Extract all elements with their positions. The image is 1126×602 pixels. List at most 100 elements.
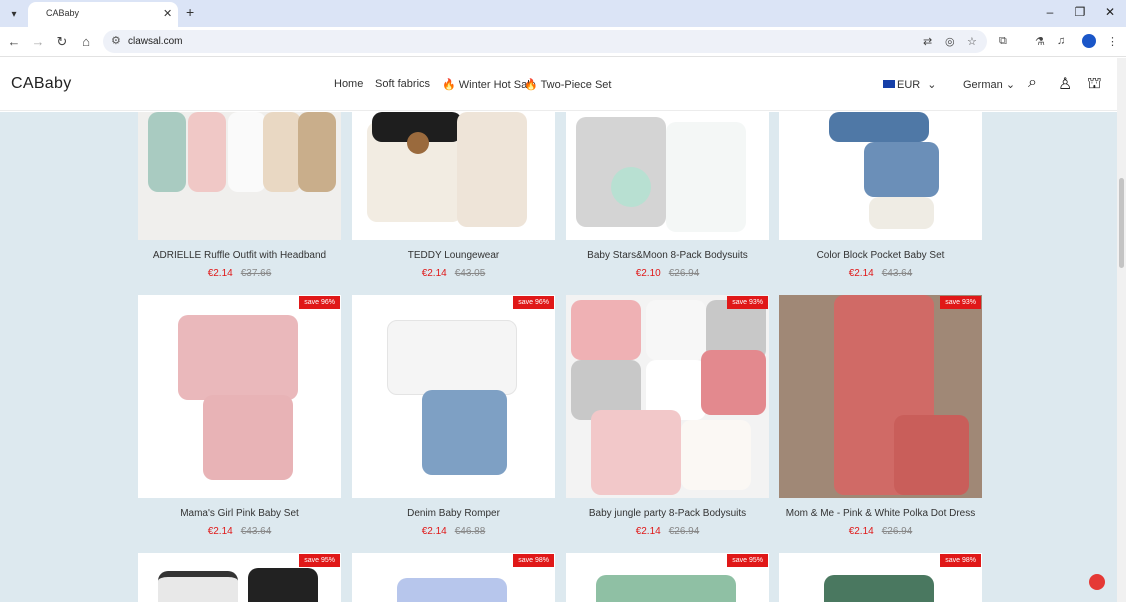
product-image[interactable]: save 93% [566, 295, 769, 498]
product-image[interactable]: save 96% [352, 295, 555, 498]
browser-toolbar: ← → ↻ ⌂ ⚙ clawsal.com ⇄ ◎ ☆ ⧉ ⚗ ♫ ⋮ [0, 27, 1126, 57]
fire-icon: 🔥 [442, 79, 456, 91]
star-icon[interactable]: ☆ [967, 35, 977, 48]
chevron-down-icon: ⌄ [927, 79, 937, 91]
close-icon[interactable]: ✕ [163, 7, 172, 20]
tab-title: CABaby [46, 8, 80, 18]
product-name[interactable]: Baby jungle party 8-Pack Bodysuits [566, 508, 769, 519]
reload-icon[interactable]: ↻ [54, 34, 70, 50]
product-price: €2.14 [421, 526, 447, 537]
save-badge: save 98% [513, 554, 554, 567]
product-prices: €2.14 €26.94 [779, 526, 982, 537]
close-window-icon[interactable]: ✕ [1100, 5, 1120, 19]
product-prices: €2.14 €43.64 [138, 526, 341, 537]
product-price: €2.14 [848, 526, 874, 537]
product-image[interactable]: save 95% [138, 553, 341, 602]
fire-icon: 🔥 [524, 79, 538, 91]
product-original-price: €43.05 [454, 268, 486, 279]
product-image[interactable]: save 95% [566, 553, 769, 602]
product-prices: €2.14 €46.88 [352, 526, 555, 537]
chat-icon[interactable] [1089, 574, 1105, 590]
site-logo[interactable]: CABaby [11, 75, 72, 93]
nav-two-piece-set[interactable]: 🔥 Two-Piece Set [524, 78, 611, 91]
product-image[interactable] [138, 112, 341, 240]
nav-soft-fabrics[interactable]: Soft fabrics [375, 78, 430, 90]
save-badge: save 96% [513, 296, 554, 309]
extensions-icon[interactable]: ⧉ [999, 35, 1007, 48]
back-icon[interactable]: ← [6, 34, 22, 49]
save-badge: save 98% [940, 554, 981, 567]
product-price: €2.14 [207, 526, 233, 537]
address-bar[interactable]: ⚙ clawsal.com ⇄ ◎ ☆ [103, 30, 987, 53]
product-original-price: €43.64 [881, 268, 913, 279]
product-image[interactable]: save 93% [779, 295, 982, 498]
product-image[interactable] [566, 112, 769, 240]
product-original-price: €26.94 [668, 268, 700, 279]
bag-icon[interactable]: ⛫ [1087, 74, 1102, 94]
site-header: CABaby Home Soft fabrics 🔥 Winter Hot Sa… [0, 58, 1117, 111]
home-icon[interactable]: ⌂ [78, 34, 94, 49]
product-image[interactable] [779, 112, 982, 240]
save-badge: save 95% [727, 554, 768, 567]
browser-tab[interactable]: CABaby ✕ [28, 2, 178, 27]
product-price: €2.14 [421, 268, 447, 279]
tab-search-icon[interactable]: ▾ [4, 4, 24, 24]
product-grid: ADRIELLE Ruffle Outfit with Headband €2.… [0, 112, 1117, 602]
save-badge: save 93% [727, 296, 768, 309]
product-prices: €2.10 €26.94 [566, 268, 769, 279]
nav-home[interactable]: Home [334, 78, 363, 90]
minimize-icon[interactable]: – [1040, 5, 1060, 19]
forward-icon[interactable]: → [30, 34, 46, 49]
profile-icon[interactable] [1082, 34, 1096, 48]
language-selector[interactable]: German ⌄ [963, 78, 1015, 91]
product-name[interactable]: Baby Stars&Moon 8-Pack Bodysuits [566, 250, 769, 261]
media-icon[interactable]: ♫ [1057, 35, 1065, 47]
product-original-price: €43.64 [240, 526, 272, 537]
product-prices: €2.14 €43.64 [779, 268, 982, 279]
product-original-price: €26.94 [881, 526, 913, 537]
plus-icon[interactable]: + [186, 4, 194, 20]
product-original-price: €26.94 [668, 526, 700, 537]
save-badge: save 95% [299, 554, 340, 567]
flask-icon[interactable]: ⚗ [1035, 35, 1045, 48]
product-image[interactable]: save 98% [352, 553, 555, 602]
chevron-down-icon: ⌄ [1005, 79, 1016, 91]
save-badge: save 93% [940, 296, 981, 309]
product-price: €2.14 [635, 526, 661, 537]
product-image[interactable] [352, 112, 555, 240]
product-original-price: €46.88 [454, 526, 486, 537]
browser-tabbar: ▾ CABaby ✕ + – ❐ ✕ [0, 0, 1126, 27]
product-image[interactable]: save 96% [138, 295, 341, 498]
currency-label: EUR [897, 79, 921, 91]
product-name[interactable]: Color Block Pocket Baby Set [779, 250, 982, 261]
product-prices: €2.14 €26.94 [566, 526, 769, 537]
save-badge: save 96% [299, 296, 340, 309]
product-name[interactable]: Denim Baby Romper [352, 508, 555, 519]
maximize-icon[interactable]: ❐ [1070, 5, 1090, 19]
user-icon[interactable]: ♙ [1058, 74, 1072, 94]
eu-flag-icon [883, 80, 895, 88]
search-icon[interactable]: ⌕ [1028, 74, 1037, 92]
site-info-icon[interactable]: ⚙ [111, 34, 121, 47]
product-image[interactable]: save 98% [779, 553, 982, 602]
page-scrollbar[interactable] [1117, 58, 1126, 602]
product-name[interactable]: Mama's Girl Pink Baby Set [138, 508, 341, 519]
url-text[interactable]: clawsal.com [128, 36, 182, 47]
product-name[interactable]: ADRIELLE Ruffle Outfit with Headband [138, 250, 341, 261]
product-prices: €2.14 €37.66 [138, 268, 341, 279]
product-price: €2.10 [635, 268, 661, 279]
eye-off-icon[interactable]: ◎ [945, 35, 955, 48]
menu-icon[interactable]: ⋮ [1107, 35, 1118, 48]
nav-winter-hot-sale[interactable]: 🔥 Winter Hot Sale [442, 78, 536, 91]
product-price: €2.14 [848, 268, 874, 279]
translate-icon[interactable]: ⇄ [923, 35, 932, 48]
product-name[interactable]: TEDDY Loungewear [352, 250, 555, 261]
product-prices: €2.14 €43.05 [352, 268, 555, 279]
product-original-price: €37.66 [240, 268, 272, 279]
nav-two-piece-set-label: Two-Piece Set [540, 79, 612, 91]
product-price: €2.14 [207, 268, 233, 279]
language-label: German [963, 79, 1003, 91]
currency-selector[interactable]: EUR ⌄ [883, 78, 937, 91]
product-name[interactable]: Mom & Me - Pink & White Polka Dot Dress [779, 508, 982, 519]
scrollbar-thumb[interactable] [1119, 178, 1124, 268]
